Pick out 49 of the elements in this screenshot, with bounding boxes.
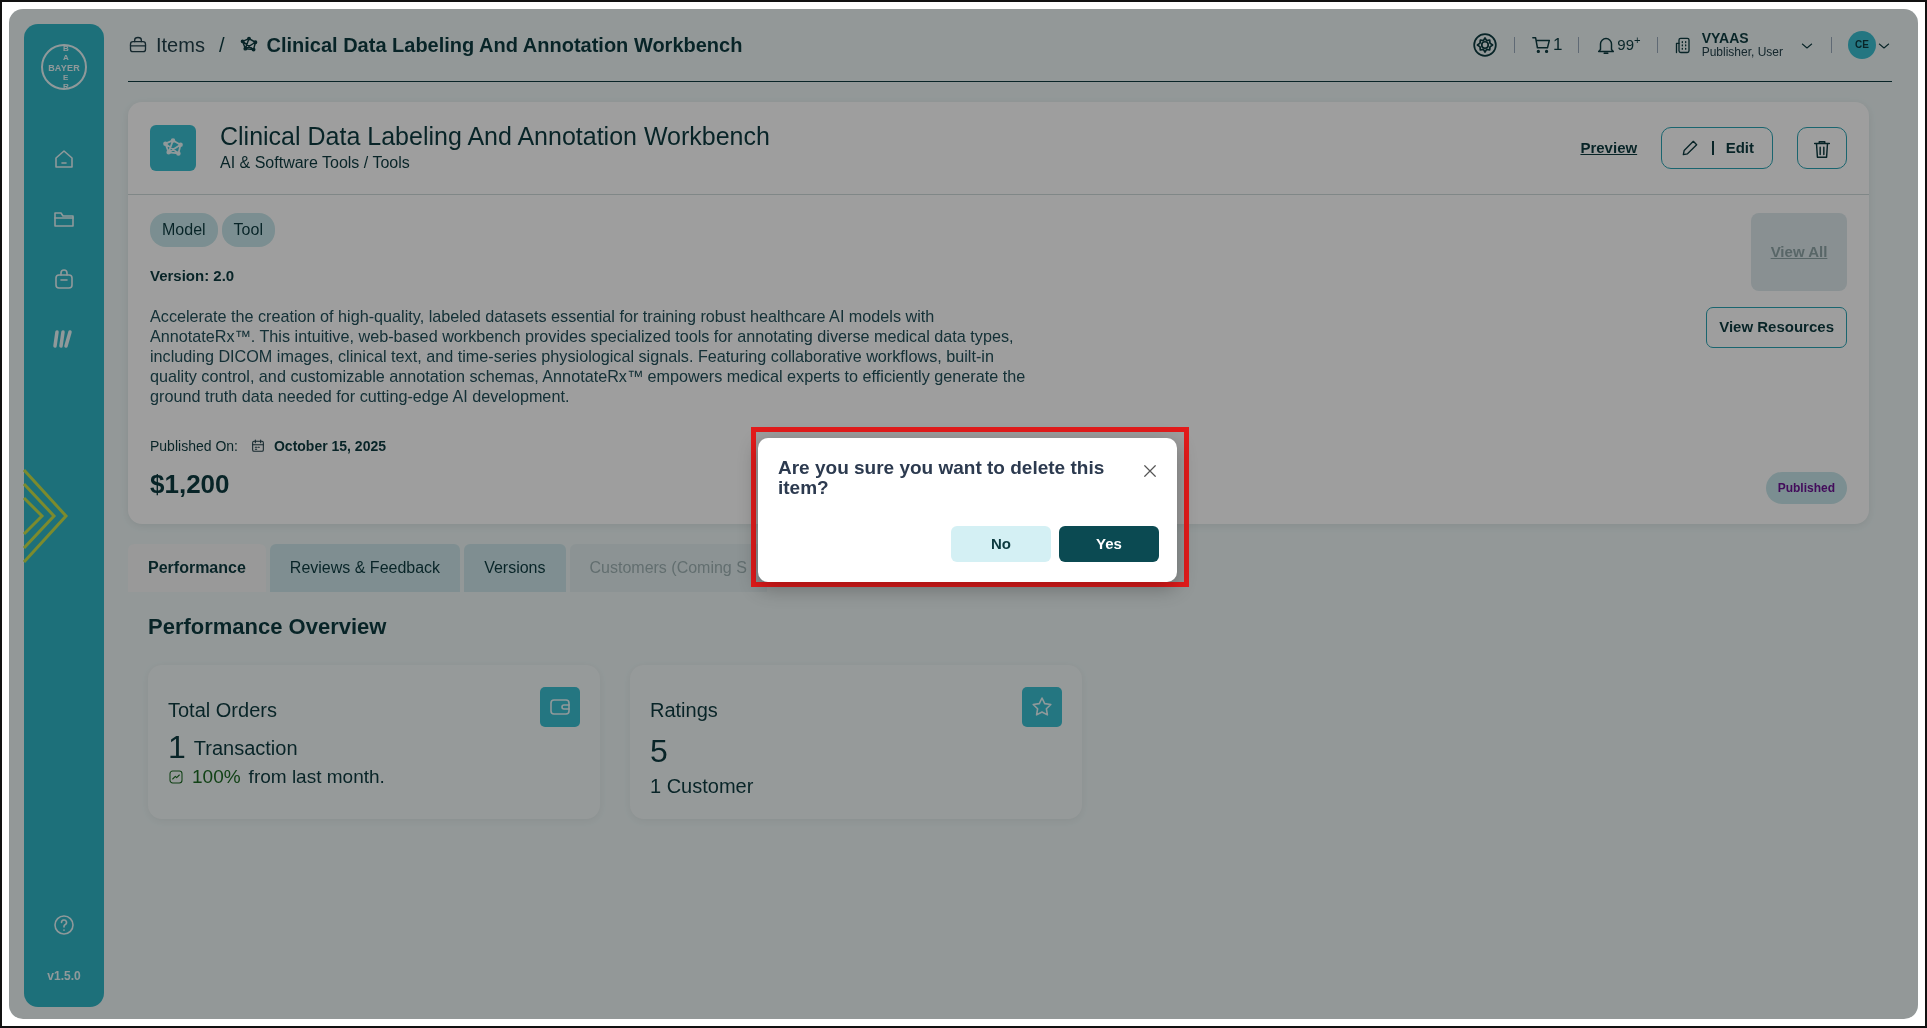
cart-button[interactable]: 1 <box>1530 32 1563 58</box>
yes-button[interactable]: Yes <box>1059 525 1159 562</box>
cart-icon <box>1530 34 1553 56</box>
org-name: VYAAS <box>1701 30 1750 47</box>
change-percent: 100% <box>192 764 241 789</box>
trend-icon <box>168 768 184 785</box>
product-title: Clinical Data Labeling And Annotation Workbench <box>220 121 770 151</box>
star-icon <box>1030 694 1054 719</box>
breadcrumb-current: Clinical Data Labeling And Annotation Workbench <box>266 33 743 58</box>
product-category: AI & Software Tools / Tools <box>220 153 411 173</box>
published-label: Published On: <box>150 436 238 456</box>
version-label: v1.5.0 <box>47 968 81 985</box>
price: $1,200 <box>150 467 230 501</box>
tag-chip: Model <box>150 213 218 247</box>
org-role: Publisher, User <box>1701 46 1783 60</box>
tag-chip: Tool <box>221 213 275 247</box>
logo-wordmark: BAYER <box>48 63 80 73</box>
product-description: Accelerate the creation of high-quality, labeled datasets essential for training robust healthcare AI models with AnnotateRx™. This intuitive, web-based workbench provides specialized tools for annotating diverse medical data types, including DICOM images, clinical text, and time-series physiological signals. Featuring collaborative workflows, built-in quality control, and customizable annotation schemas, AnnotateRx™ empowers medical experts to efficiently generate the ground truth data needed for cutting-edge AI development. <box>150 305 1027 406</box>
user-avatar[interactable]: CE <box>1848 31 1876 59</box>
breadcrumb-separator: / <box>218 33 225 58</box>
change-text: from last month. <box>248 764 385 789</box>
stat-subtext: 1 Customer <box>650 773 755 799</box>
dialog-title: Are you sure you want to delete this item? <box>778 458 1106 498</box>
bag-icon <box>52 266 76 291</box>
delete-button[interactable] <box>1797 127 1847 169</box>
tab[interactable]: Reviews & Feedback <box>269 543 461 592</box>
tab[interactable]: Performance <box>128 543 266 592</box>
published-date: October 15, 2025 <box>273 436 386 456</box>
stat-unit: Transaction <box>193 735 298 761</box>
bag-icon <box>128 35 148 55</box>
version-text: Version: 2.0 <box>150 266 236 286</box>
calendar-icon <box>249 438 266 454</box>
stat-title: Total Orders <box>168 697 277 723</box>
edit-button[interactable]: Edit <box>1661 127 1773 169</box>
view-resources-button[interactable]: View Resources <box>1706 307 1847 348</box>
stat-value: 1 <box>168 730 186 763</box>
logo-letters: BA <box>63 45 70 63</box>
stat-title: Ratings <box>650 697 718 723</box>
preview-link[interactable]: Preview <box>1580 136 1638 160</box>
no-button[interactable]: No <box>951 525 1051 562</box>
status-badge: Published <box>1765 471 1847 504</box>
tab[interactable]: Versions <box>464 543 566 592</box>
stat-value: 5 <box>650 734 669 767</box>
breadcrumb-link[interactable]: Items <box>156 30 205 60</box>
settings-button[interactable] <box>1471 32 1498 58</box>
section-title: Performance Overview <box>148 612 388 641</box>
help-icon <box>52 913 76 937</box>
notifications-button[interactable]: 99$^{+}$ <box>1595 33 1641 57</box>
settings-icon <box>1471 32 1498 58</box>
